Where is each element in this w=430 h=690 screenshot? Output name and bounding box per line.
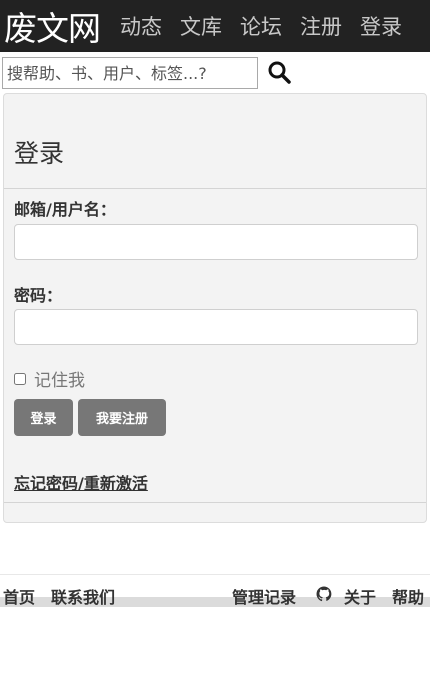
search-bar — [0, 57, 430, 91]
email-field[interactable] — [14, 224, 418, 260]
footer-divider — [0, 574, 430, 575]
nav-item-forum[interactable]: 论坛 — [240, 11, 282, 41]
footer-admin-log-link[interactable]: 管理记录 — [232, 584, 296, 608]
password-field[interactable] — [14, 309, 418, 345]
remember-me[interactable]: 记住我 — [14, 366, 85, 391]
footer-help-link[interactable]: 帮助 — [392, 584, 424, 608]
remember-label: 记住我 — [34, 371, 85, 391]
search-icon — [268, 61, 291, 84]
nav-item-feed[interactable]: 动态 — [120, 11, 162, 41]
remember-checkbox[interactable] — [14, 372, 26, 385]
search-button[interactable] — [266, 59, 294, 87]
footer-about-link[interactable]: 关于 — [344, 584, 376, 608]
page-title: 登录 — [14, 139, 65, 168]
nav-item-register[interactable]: 注册 — [300, 11, 342, 41]
login-button[interactable]: 登录 — [14, 399, 73, 436]
navbar: 废文网 动态 文库 论坛 注册 登录 — [0, 0, 430, 52]
footer: 首页 联系我们 管理记录 关于 帮助 — [0, 584, 430, 608]
github-icon[interactable] — [315, 585, 333, 607]
password-label: 密码： — [14, 286, 63, 305]
email-label: 邮箱/用户名： — [14, 200, 116, 219]
footer-home-link[interactable]: 首页 — [3, 584, 35, 608]
nav-item-login[interactable]: 登录 — [360, 11, 402, 41]
register-button[interactable]: 我要注册 — [78, 399, 166, 436]
forgot-password-link[interactable]: 忘记密码/重新激活 — [14, 470, 148, 494]
nav-item-library[interactable]: 文库 — [180, 11, 222, 41]
divider — [4, 188, 426, 189]
site-logo[interactable]: 废文网 — [4, 2, 101, 50]
footer-contact-link[interactable]: 联系我们 — [51, 584, 115, 608]
search-input[interactable] — [2, 57, 258, 89]
login-panel: 登录 邮箱/用户名： 密码： 记住我 登录 我要注册 忘记密码/重新激活 — [3, 93, 427, 523]
divider — [4, 502, 426, 503]
